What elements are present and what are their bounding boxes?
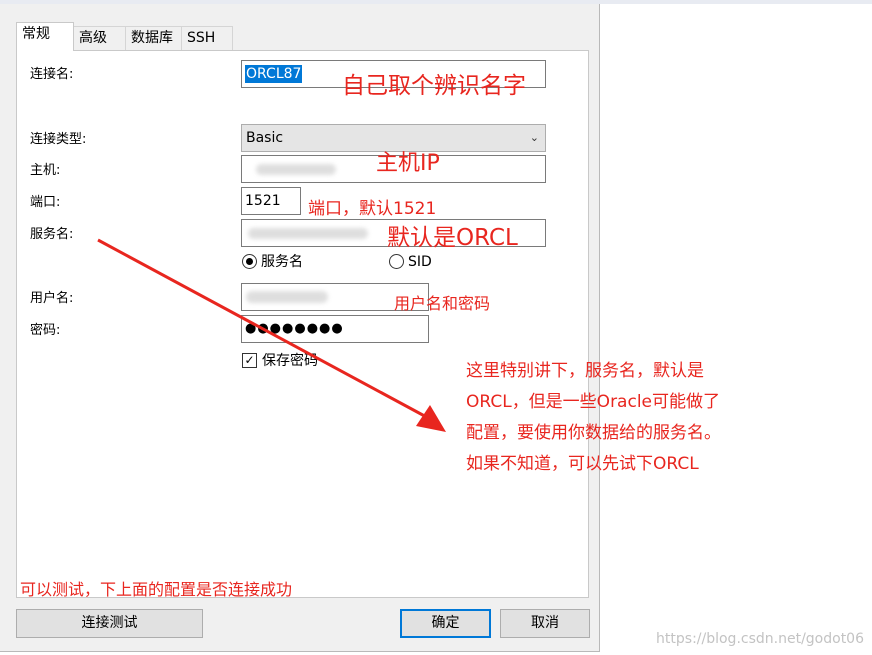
annotation-user-hint: 用户名和密码 — [394, 294, 491, 313]
host-label: 主机: — [30, 163, 61, 178]
test-connection-button[interactable]: 连接测试 — [16, 609, 203, 638]
annotation-test-hint: 可以测试，下上面的配置是否连接成功 — [20, 580, 293, 599]
radio-sid[interactable] — [389, 254, 404, 269]
note-line: ORCL，但是一些Oracle可能做了 — [466, 392, 721, 412]
tab-database[interactable]: 数据库 — [125, 26, 182, 50]
user-label: 用户名: — [30, 291, 74, 306]
port-input[interactable]: 1521 — [241, 187, 301, 215]
note-line: 这里特别讲下，服务名，默认是 — [466, 361, 704, 381]
service-redacted — [248, 228, 368, 239]
ok-button[interactable]: 确定 — [400, 609, 491, 638]
conn-type-label: 连接类型: — [30, 132, 87, 147]
conn-name-value: ORCL87 — [245, 65, 303, 83]
tab-ssh[interactable]: SSH — [181, 26, 233, 50]
user-redacted — [246, 291, 328, 303]
annotation-service-hint: 默认是ORCL — [387, 225, 518, 251]
radio-service-name-label: 服务名 — [261, 254, 303, 270]
conn-type-value: Basic — [246, 130, 284, 146]
password-label: 密码: — [30, 323, 61, 338]
annotation-name-hint: 自己取个辨识名字 — [342, 73, 526, 99]
chevron-down-icon: ⌄ — [529, 131, 539, 144]
radio-service-name[interactable] — [242, 254, 257, 269]
annotation-note: 这里特别讲下，服务名，默认是 ORCL，但是一些Oracle可能做了 配置，要使… — [466, 356, 721, 480]
conn-name-label: 连接名: — [30, 67, 74, 82]
service-label: 服务名: — [30, 227, 74, 242]
save-password-checkbox[interactable]: ✓ — [242, 353, 257, 368]
radio-sid-label: SID — [408, 254, 432, 270]
note-line: 配置，要使用你数据给的服务名。 — [466, 423, 721, 443]
tab-general[interactable]: 常规 — [16, 22, 74, 51]
annotation-port-hint: 端口，默认1521 — [308, 199, 437, 219]
save-password-label: 保存密码 — [262, 353, 318, 369]
tab-advanced[interactable]: 高级 — [73, 26, 126, 50]
annotation-host-hint: 主机IP — [376, 151, 440, 176]
port-label: 端口: — [30, 195, 61, 210]
checkmark-icon: ✓ — [244, 353, 255, 367]
cancel-button[interactable]: 取消 — [500, 609, 590, 638]
note-line: 如果不知道，可以先试下ORCL — [466, 454, 699, 474]
watermark: https://blog.csdn.net/godot06 — [656, 631, 864, 647]
host-redacted — [256, 164, 336, 175]
password-input[interactable]: ●●●●●●●● — [241, 315, 429, 343]
